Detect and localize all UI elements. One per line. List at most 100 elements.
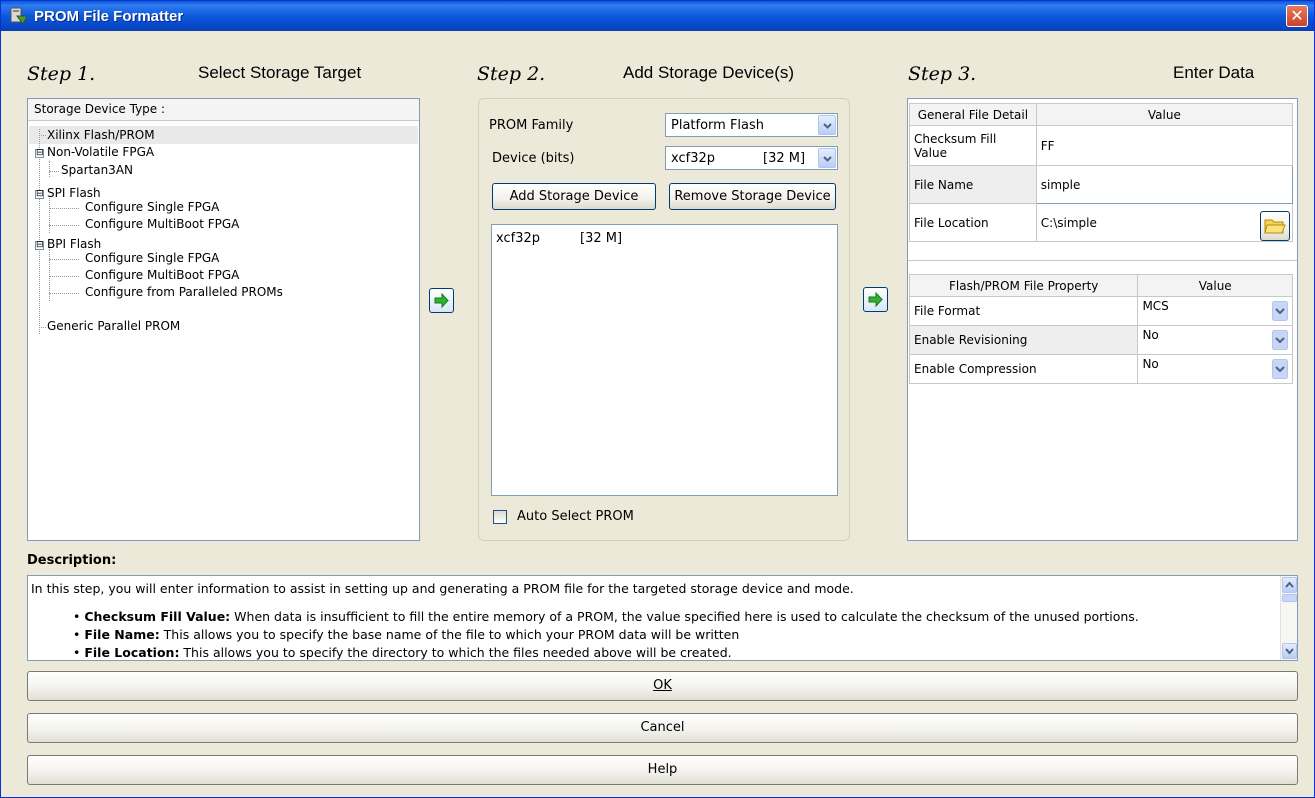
col-header-flash-prom-file-property: Flash/PROM File Property: [908, 274, 1139, 297]
help-button[interactable]: Help: [27, 755, 1298, 785]
table-row: File Location C:\simple: [909, 203, 1294, 242]
list-item[interactable]: xcf32p: [496, 231, 540, 246]
chevron-down-icon[interactable]: [818, 148, 836, 168]
description-box[interactable]: In this step, you will enter information…: [27, 575, 1298, 661]
list-item: • Checksum Fill Value: When data is insu…: [73, 609, 1139, 624]
scroll-up-icon[interactable]: [1282, 577, 1297, 593]
bullet-text: When data is insufficient to fill the en…: [230, 609, 1139, 624]
device-value: xcf32p: [671, 151, 715, 166]
description-heading: Description:: [27, 553, 117, 568]
checksum-fill-value-field[interactable]: FF: [1035, 125, 1294, 166]
app-icon: [9, 7, 29, 25]
bullet-text: This allows you to specify the directory…: [179, 645, 732, 660]
scroll-thumb[interactable]: [1282, 594, 1297, 602]
chevron-down-icon[interactable]: [1272, 300, 1288, 324]
col-header-value: Value: [1137, 274, 1293, 297]
table-row: Enable Revisioning No: [908, 325, 1293, 355]
step3-title: Step 3.: [908, 63, 977, 85]
device-size: [32 M]: [763, 151, 806, 166]
title-bar[interactable]: PROM File Formatter ✕: [1, 1, 1314, 31]
collapse-icon[interactable]: ⊟: [35, 241, 44, 250]
prom-family-value: Platform Flash: [671, 118, 765, 133]
file-format-value: MCS: [1142, 298, 1169, 313]
table-row: File Format MCS: [908, 296, 1293, 326]
next-step-2-button[interactable]: [429, 288, 454, 313]
tree-item-non-volatile-fpga[interactable]: Non-Volatile FPGA: [47, 144, 154, 161]
right-arrow-icon: [868, 291, 883, 308]
tree-item-generic-parallel-prom[interactable]: Generic Parallel PROM: [47, 318, 180, 335]
enter-data-panel: General File Detail Value Checksum Fill …: [907, 98, 1298, 541]
tree-item-spartan3an[interactable]: Spartan3AN: [61, 162, 133, 179]
storage-device-list[interactable]: xcf32p [32 M]: [491, 224, 838, 496]
tree-item-spi-configure-single-fpga[interactable]: Configure Single FPGA: [85, 199, 219, 216]
table-row: Enable Compression No: [908, 354, 1293, 384]
checksum-fill-value-label: Checksum Fill Value: [909, 125, 1037, 166]
tree-item-bpi-configure-multiboot-fpga[interactable]: Configure MultiBoot FPGA: [85, 267, 239, 284]
cancel-label: Cancel: [640, 720, 685, 735]
prom-family-label: PROM Family: [489, 118, 574, 133]
prom-file-formatter-window: PROM File Formatter ✕ Step 1. Select Sto…: [0, 0, 1315, 798]
bullet-text: This allows you to specify the base name…: [159, 627, 740, 642]
description-scrollbar[interactable]: [1280, 576, 1297, 660]
list-item: • File Location: This allows you to spec…: [73, 645, 732, 660]
file-name-label: File Name: [909, 165, 1037, 204]
list-item-size: [32 M]: [580, 231, 623, 246]
table-row: Checksum Fill Value FF: [909, 125, 1294, 166]
chevron-down-icon[interactable]: [818, 115, 836, 135]
table-row: File Name simple: [909, 165, 1294, 204]
bullet-term: Checksum Fill Value:: [84, 609, 231, 624]
device-bits-label: Device (bits): [492, 151, 575, 166]
col-header-general-file-detail: General File Detail: [909, 103, 1037, 126]
enable-compression-label: Enable Compression: [908, 354, 1139, 384]
chevron-down-icon[interactable]: [1272, 329, 1288, 353]
enable-compression-select[interactable]: No: [1137, 354, 1293, 384]
enable-revisioning-value: No: [1142, 327, 1159, 342]
ok-button[interactable]: OK: [27, 671, 1298, 701]
prom-family-select[interactable]: Platform Flash: [665, 113, 838, 137]
step2-title: Step 2.: [477, 63, 546, 85]
window-title: PROM File Formatter: [34, 8, 184, 25]
tree-item-spi-configure-multiboot-fpga[interactable]: Configure MultiBoot FPGA: [85, 216, 239, 233]
step3-label: Enter Data: [1173, 63, 1255, 82]
file-location-value: C:\simple: [1040, 215, 1097, 230]
close-button[interactable]: ✕: [1286, 5, 1308, 27]
file-location-label: File Location: [909, 203, 1037, 242]
enable-revisioning-label: Enable Revisioning: [908, 325, 1139, 355]
bullet-term: File Name:: [84, 627, 160, 642]
tree-header: Storage Device Type :: [28, 99, 419, 121]
file-format-select[interactable]: MCS: [1137, 296, 1293, 326]
device-select[interactable]: xcf32p [32 M]: [665, 146, 838, 170]
storage-device-tree[interactable]: Storage Device Type : ⊟ ⊟ ⊟ Xilinx Flash…: [27, 98, 420, 541]
chevron-down-icon[interactable]: [1272, 358, 1288, 382]
list-item-name: xcf32p: [496, 231, 540, 246]
browse-folder-button[interactable]: [1260, 211, 1290, 241]
scroll-down-icon[interactable]: [1282, 643, 1297, 659]
flash-prom-file-property-table: Flash/PROM File Property Value File Form…: [908, 274, 1293, 384]
auto-select-prom-checkbox[interactable]: [493, 510, 507, 524]
col-header-value: Value: [1035, 103, 1294, 126]
next-step-3-button[interactable]: [863, 287, 888, 312]
help-label: Help: [647, 762, 678, 777]
step1-title: Step 1.: [27, 63, 96, 85]
description-intro: In this step, you will enter information…: [31, 581, 854, 596]
tree-item-configure-from-paralleled-proms[interactable]: Configure from Paralleled PROMs: [85, 284, 283, 301]
ok-label: OK: [653, 678, 672, 693]
general-file-detail-table: General File Detail Value Checksum Fill …: [909, 103, 1294, 242]
auto-select-prom-label: Auto Select PROM: [517, 509, 634, 524]
tree-item-bpi-configure-single-fpga[interactable]: Configure Single FPGA: [85, 250, 219, 267]
list-item: • File Name: This allows you to specify …: [73, 627, 740, 642]
file-location-field[interactable]: C:\simple: [1035, 203, 1294, 242]
file-name-field[interactable]: simple: [1035, 165, 1294, 204]
add-storage-device-button[interactable]: Add Storage Device: [492, 183, 656, 210]
collapse-icon[interactable]: ⊟: [35, 149, 44, 158]
collapse-icon[interactable]: ⊟: [35, 190, 44, 199]
cancel-button[interactable]: Cancel: [27, 713, 1298, 743]
folder-icon: [1264, 219, 1286, 234]
close-icon: ✕: [1290, 6, 1304, 25]
tree-item-xilinx-flash-prom[interactable]: Xilinx Flash/PROM: [47, 127, 155, 144]
bullet-term: File Location:: [84, 645, 180, 660]
remove-storage-device-button[interactable]: Remove Storage Device: [669, 183, 836, 210]
step2-label: Add Storage Device(s): [623, 63, 795, 82]
enable-revisioning-select[interactable]: No: [1137, 325, 1293, 355]
enable-compression-value: No: [1142, 356, 1159, 371]
